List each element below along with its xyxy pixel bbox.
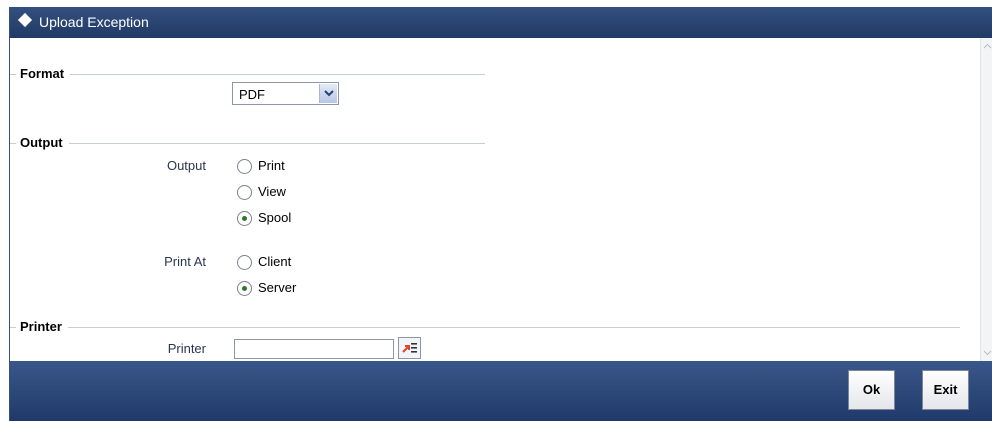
format-select-value: PDF [239, 87, 265, 102]
content-area: Format PDF Output Output Print View Spoo… [10, 38, 980, 361]
upload-exception-window: Upload Exception Format PDF Output Outpu… [9, 7, 992, 421]
radio-server-label[interactable]: Server [258, 280, 296, 295]
printer-legend: Printer [16, 319, 68, 334]
ok-button[interactable]: Ok [848, 370, 895, 410]
radio-spool[interactable] [237, 211, 252, 226]
exit-button[interactable]: Exit [922, 370, 969, 410]
printer-lookup-button[interactable] [398, 337, 421, 359]
print-at-label: Print At [164, 254, 206, 269]
output-label: Output [166, 158, 206, 173]
radio-print-label[interactable]: Print [258, 158, 285, 173]
format-select[interactable]: PDF [232, 82, 339, 105]
diamond-icon [17, 12, 33, 28]
radio-client[interactable] [237, 255, 252, 270]
output-legend: Output [16, 135, 69, 150]
radio-server[interactable] [237, 281, 252, 296]
radio-view[interactable] [237, 185, 252, 200]
vertical-scrollbar[interactable] [980, 38, 992, 361]
footer-bar: Ok Exit [10, 361, 992, 421]
chevron-down-icon[interactable] [319, 84, 337, 103]
list-of-values-icon [402, 343, 417, 353]
window-title: Upload Exception [39, 14, 149, 30]
radio-view-label[interactable]: View [258, 184, 286, 199]
scroll-down-icon[interactable] [983, 348, 992, 357]
printer-label: Printer [167, 341, 206, 356]
title-bar: Upload Exception [10, 7, 992, 38]
format-legend: Format [16, 66, 71, 81]
radio-print[interactable] [237, 159, 252, 174]
radio-client-label[interactable]: Client [258, 254, 291, 269]
printer-divider [10, 327, 960, 328]
radio-spool-label[interactable]: Spool [258, 210, 291, 225]
scroll-up-icon[interactable] [983, 42, 992, 51]
output-divider [10, 143, 485, 144]
format-divider [10, 74, 485, 75]
printer-input[interactable] [234, 339, 394, 359]
